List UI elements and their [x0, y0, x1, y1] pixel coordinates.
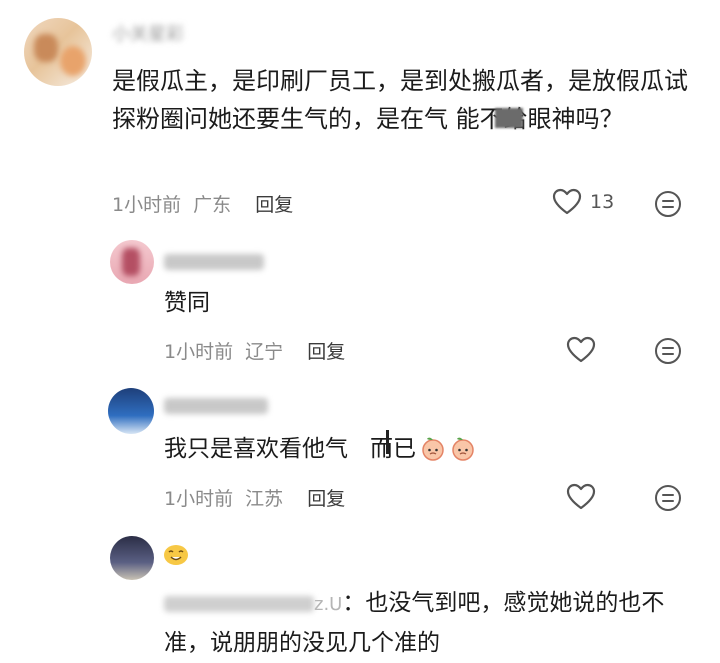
avatar-main[interactable] — [24, 18, 92, 86]
meta-row-reply-1: 1小时前 辽宁 回复 — [164, 337, 345, 364]
location: 广东 — [193, 194, 232, 216]
comment-text-reply-2: 我只是喜欢看他气 而已 — [164, 434, 476, 464]
avatar-reply-3[interactable] — [110, 536, 154, 580]
smiling-emoji — [162, 540, 190, 570]
timestamp: 1小时前 — [164, 488, 234, 510]
avatar-reply-1[interactable] — [110, 240, 154, 284]
like-button[interactable] — [566, 483, 596, 515]
comment-text-main: 是假瓜主，是印刷厂员工，是到处搬瓜者，是放假瓜试探粉圈问她还要生气的，是在气 能… — [112, 67, 688, 133]
comment-button[interactable] — [654, 190, 682, 222]
heart-icon — [566, 336, 596, 363]
location: 江苏 — [245, 488, 284, 510]
peach-emoji-icon — [452, 437, 474, 461]
comment-button[interactable] — [654, 337, 682, 369]
username-reply-2[interactable] — [164, 398, 268, 414]
location: 辽宁 — [245, 341, 284, 363]
username-suffix[interactable]: z.U — [314, 594, 342, 615]
comment-icon — [655, 338, 681, 364]
reply-button[interactable]: 回复 — [307, 488, 345, 510]
reply-text-part: 我只是喜欢看他气 — [164, 436, 348, 462]
comment-icon — [655, 485, 681, 511]
like-button[interactable] — [552, 188, 582, 220]
comment-button[interactable] — [654, 484, 682, 516]
timestamp: 1小时前 — [164, 341, 234, 363]
meta-row-main: 1小时前 广东 回复 — [112, 190, 293, 217]
comment-text-reply-3: z.U：也没气到吧，感觉她说的也不准，说朋朋的没见几个准的 — [164, 584, 694, 662]
avatar-reply-2[interactable] — [108, 388, 154, 434]
like-count: 13 — [590, 191, 615, 213]
reply-button[interactable]: 回复 — [307, 341, 345, 363]
redaction-block — [495, 108, 523, 128]
comment-icon — [655, 191, 681, 217]
peach-emoji-icon — [422, 437, 444, 461]
username-main[interactable]: 小关星彩 — [112, 20, 184, 46]
heart-icon — [566, 483, 596, 510]
text-cursor — [386, 430, 389, 454]
reply-button[interactable]: 回复 — [255, 194, 293, 216]
reply-text-part: 而已 — [370, 436, 416, 462]
username-reply-1[interactable] — [164, 254, 264, 270]
timestamp: 1小时前 — [112, 194, 182, 216]
heart-icon — [552, 188, 582, 215]
like-button[interactable] — [566, 336, 596, 368]
username-reply-3[interactable] — [164, 595, 314, 612]
comment-text-reply-1: 赞同 — [164, 290, 210, 316]
meta-row-reply-2: 1小时前 江苏 回复 — [164, 484, 345, 511]
